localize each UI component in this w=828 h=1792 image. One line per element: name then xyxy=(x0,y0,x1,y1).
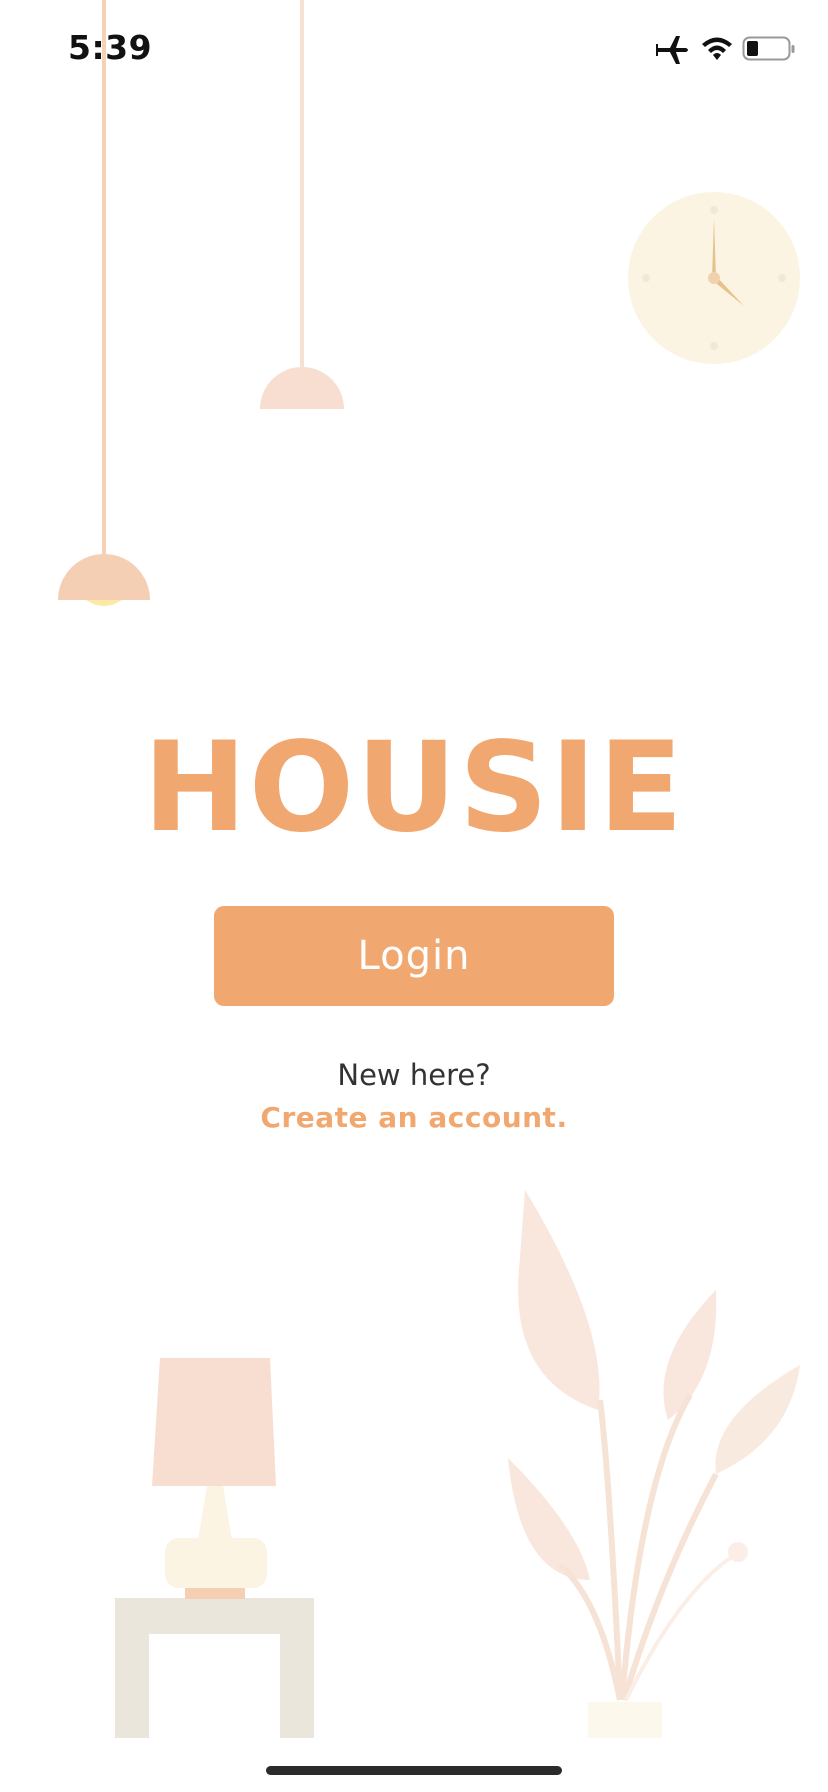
pendant-lamp-long xyxy=(58,0,150,606)
floor-decor xyxy=(115,1190,800,1738)
wall-clock-icon xyxy=(628,192,800,364)
table-lamp-icon xyxy=(152,1358,276,1599)
plant-icon xyxy=(508,1190,800,1738)
app-title: HOUSIE xyxy=(142,716,686,860)
create-account-link[interactable]: Create an account. xyxy=(0,1101,828,1134)
welcome-screen: 5:39 HOUSIE Login New here? Create an ac… xyxy=(0,0,828,1792)
login-button[interactable]: Login xyxy=(214,906,614,1006)
ceiling-decor xyxy=(58,0,800,606)
home-indicator[interactable] xyxy=(266,1766,562,1775)
side-table xyxy=(115,1598,314,1738)
pendant-lamp-short xyxy=(260,0,344,409)
new-here-text: New here? xyxy=(337,1058,491,1092)
